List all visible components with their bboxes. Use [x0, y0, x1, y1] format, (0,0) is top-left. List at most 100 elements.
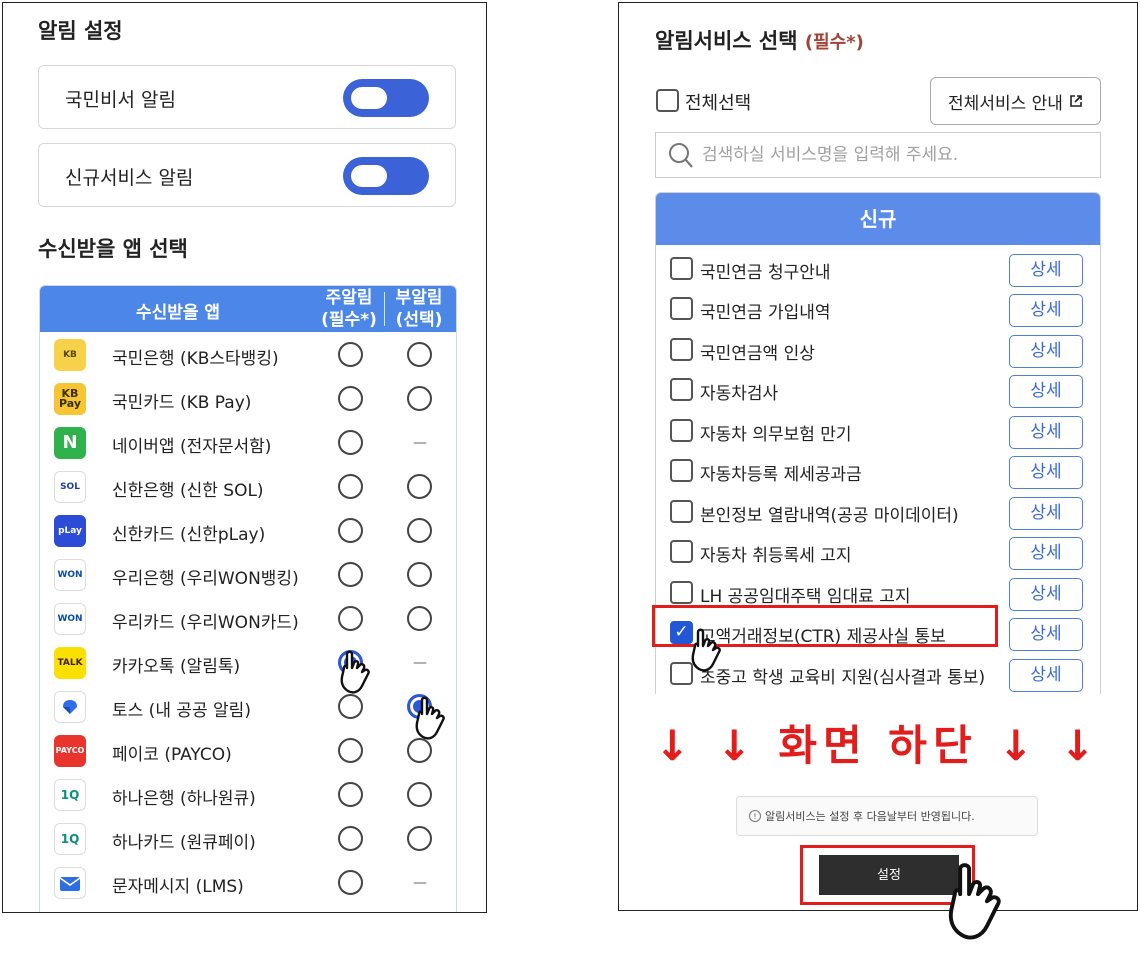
kakaotalk-icon: TALK — [54, 647, 86, 679]
detail-button[interactable]: 상세 — [1009, 618, 1083, 651]
detail-button[interactable]: 상세 — [1009, 497, 1083, 530]
app-row-woori-bank: WON 우리은행 (우리WON뱅킹) — [40, 553, 456, 597]
main-alarm-radio[interactable] — [338, 474, 363, 499]
service-row: 국민연금 가입내역 상세 — [656, 289, 1100, 329]
service-select-panel: 알림서비스 선택 (필수*) 전체선택 전체서비스 안내 신규 국민연금 청구안… — [618, 2, 1138, 911]
app-row-woori-card: WON 우리카드 (우리WON카드) — [40, 597, 456, 641]
notice-text: 알림서비스는 설정 후 다음날부터 반영됩니다. — [765, 810, 975, 823]
service-name: 국민연금액 인상 — [700, 344, 815, 364]
guide-button-label: 전체서비스 안내 — [948, 93, 1063, 114]
national-secretary-alarm-card: 국민비서 알림 — [38, 65, 456, 129]
detail-button[interactable]: 상세 — [1009, 659, 1083, 692]
app-name: 우리카드 (우리WON카드) — [112, 613, 299, 633]
app-name: 우리은행 (우리WON뱅킹) — [112, 569, 299, 589]
app-row-hana-bank: 1Q 하나은행 (하나원큐) — [40, 773, 456, 817]
required-mark: (필수*) — [804, 32, 864, 53]
main-alarm-radio[interactable] — [338, 342, 363, 367]
app-select-table: 수신받을 앱 주알림 (필수*) 부알림 (선택) KB 국민은행 (KB스타뱅… — [39, 285, 457, 912]
sub-alarm-radio[interactable] — [407, 782, 432, 807]
app-row-hana-card: 1Q 하나카드 (원큐페이) — [40, 817, 456, 861]
select-all-checkbox[interactable] — [656, 89, 679, 112]
sub-alarm-radio[interactable] — [407, 386, 432, 411]
detail-button[interactable]: 상세 — [1009, 294, 1083, 327]
detail-button[interactable]: 상세 — [1009, 456, 1083, 489]
sub-alarm-unavailable: — — [413, 435, 427, 451]
main-alarm-radio[interactable] — [338, 782, 363, 807]
sub-alarm-radio[interactable] — [407, 342, 432, 367]
service-checkbox[interactable] — [670, 378, 693, 401]
app-name: 페이코 (PAYCO) — [112, 745, 232, 765]
service-checkbox[interactable] — [670, 297, 693, 320]
kb-pay-icon: KB Pay — [54, 383, 86, 415]
hana-bank-icon: 1Q — [54, 779, 86, 811]
service-row: 본인정보 열람내역(공공 마이데이터) 상세 — [656, 492, 1100, 532]
app-name: 카카오톡 (알림톡) — [112, 657, 241, 677]
service-checkbox[interactable] — [670, 257, 693, 280]
app-row-kb-pay: KB Pay 국민카드 (KB Pay) — [40, 377, 456, 421]
notice-box: ! 알림서비스는 설정 후 다음날부터 반영됩니다. — [736, 796, 1038, 836]
info-icon: ! — [749, 810, 761, 822]
service-row: 자동차 취등록세 고지 상세 — [656, 532, 1100, 572]
screen-bottom-marker: ↓ ↓ 화면 하단 ↓ ↓ — [654, 721, 1102, 770]
service-checkbox[interactable] — [670, 540, 693, 563]
header-sub-line2: (선택) — [395, 310, 443, 330]
app-name: 하나은행 (하나원큐) — [112, 789, 256, 809]
app-name: 국민카드 (KB Pay) — [112, 393, 252, 413]
detail-button[interactable]: 상세 — [1009, 335, 1083, 368]
external-link-icon — [1070, 95, 1082, 107]
toggle-label: 신규서비스 알림 — [65, 167, 194, 189]
search-icon — [669, 143, 693, 168]
sub-alarm-radio[interactable] — [407, 474, 432, 499]
service-name: LH 공공임대주택 임대료 고지 — [700, 587, 911, 607]
alarm-settings-title: 알림 설정 — [38, 19, 123, 43]
toggle-knob — [351, 87, 387, 109]
service-checkbox[interactable] — [670, 581, 693, 604]
sub-alarm-radio[interactable] — [407, 562, 432, 587]
header-main-line2: (필수*) — [321, 310, 377, 330]
sub-alarm-radio[interactable] — [407, 518, 432, 543]
sub-alarm-unavailable: — — [413, 655, 427, 671]
detail-button[interactable]: 상세 — [1009, 578, 1083, 611]
main-alarm-radio[interactable] — [338, 870, 363, 895]
detail-button[interactable]: 상세 — [1009, 254, 1083, 287]
service-checkbox[interactable] — [670, 338, 693, 361]
service-name: 본인정보 열람내역(공공 마이데이터) — [700, 506, 959, 526]
pointer-hand-icon — [415, 696, 445, 740]
app-row-payco: PAYCO 페이코 (PAYCO) — [40, 729, 456, 773]
sub-alarm-radio[interactable] — [407, 606, 432, 631]
detail-button[interactable]: 상세 — [1009, 416, 1083, 449]
main-alarm-radio[interactable] — [338, 386, 363, 411]
main-alarm-radio[interactable] — [338, 606, 363, 631]
service-search-input[interactable] — [702, 141, 1092, 169]
app-name: 하나카드 (원큐페이) — [112, 833, 256, 853]
service-checkbox[interactable] — [670, 500, 693, 523]
service-name: 자동차 취등록세 고지 — [700, 546, 852, 566]
app-name: 네이버앱 (전자문서함) — [112, 437, 272, 457]
all-service-guide-button[interactable]: 전체서비스 안내 — [930, 77, 1101, 125]
main-alarm-radio[interactable] — [338, 430, 363, 455]
main-alarm-radio[interactable] — [338, 518, 363, 543]
service-search-box — [655, 132, 1101, 178]
app-select-title: 수신받을 앱 선택 — [38, 237, 188, 261]
service-row: 국민연금액 인상 상세 — [656, 330, 1100, 370]
app-row-kb-bank: KB 국민은행 (KB스타뱅킹) — [40, 333, 456, 377]
woori-won-icon: WON — [54, 559, 86, 591]
app-table-header: 수신받을 앱 주알림 (필수*) 부알림 (선택) — [40, 286, 456, 332]
alarm-settings-panel: 알림 설정 국민비서 알림 신규서비스 알림 수신받을 앱 선택 수신받을 앱 … — [2, 2, 487, 913]
main-alarm-radio[interactable] — [338, 738, 363, 763]
service-checkbox[interactable] — [670, 419, 693, 442]
pointer-hand-icon — [948, 863, 1001, 940]
service-checkbox[interactable] — [670, 459, 693, 482]
hana-card-icon: 1Q — [54, 823, 86, 855]
toggle-knob — [351, 165, 387, 187]
national-secretary-alarm-toggle[interactable] — [343, 79, 429, 117]
main-alarm-radio[interactable] — [338, 826, 363, 851]
main-alarm-radio[interactable] — [338, 694, 363, 719]
detail-button[interactable]: 상세 — [1009, 537, 1083, 570]
main-alarm-radio[interactable] — [338, 562, 363, 587]
new-service-alarm-toggle[interactable] — [343, 157, 429, 195]
detail-button[interactable]: 상세 — [1009, 375, 1083, 408]
shinhan-sol-icon: SOL — [54, 471, 86, 503]
header-sub-line1: 부알림 — [395, 288, 443, 308]
sub-alarm-radio[interactable] — [407, 826, 432, 851]
